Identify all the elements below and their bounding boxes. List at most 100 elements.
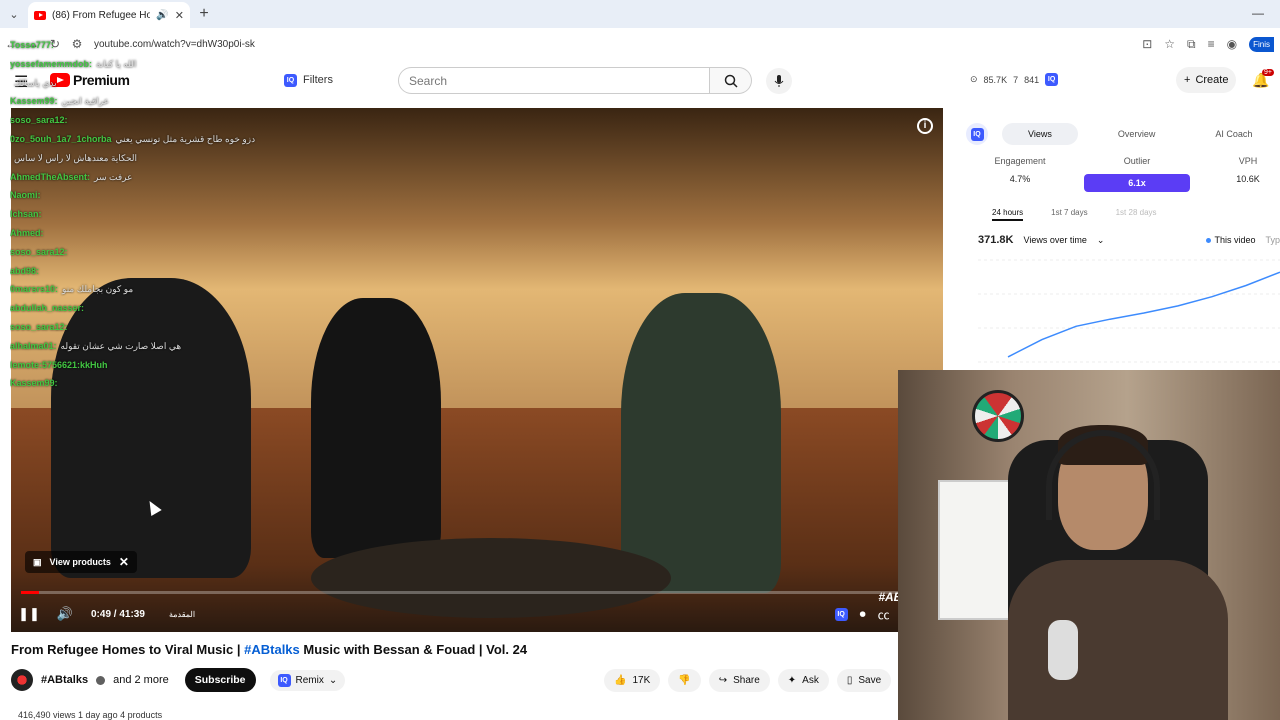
chevron-down-icon[interactable]: ⌄ [329, 675, 337, 686]
chat-username[interactable]: yossefamemmdob: [10, 59, 92, 69]
tab-views[interactable]: Views [1002, 123, 1078, 145]
video-info-icon[interactable]: i [917, 118, 933, 134]
chat-message: soso_sara12: [10, 318, 300, 337]
metric-outlier: Outlier 6.1x [1084, 156, 1190, 192]
minimize-icon[interactable]: — [1252, 6, 1264, 20]
tab-first-28-days[interactable]: 1st 28 days [1116, 208, 1157, 221]
chat-message: soso_sara12: [10, 111, 300, 130]
chat-username[interactable]: soso_sara12: [10, 247, 68, 257]
microphone-icon [774, 75, 784, 87]
chat-message: Naomi: [10, 186, 300, 205]
iq-remix-icon: IQ [277, 673, 291, 687]
browser-tab-bar: ⌄ (86) From Refugee Homes t 🔊 ✕ + — [0, 0, 1280, 28]
like-count: 17K [632, 674, 651, 686]
title-prefix: From Refugee Homes to Viral Music | [11, 642, 245, 657]
share-button[interactable]: ↪ Share [708, 668, 770, 692]
iq-player-icon[interactable]: IQ [834, 607, 848, 621]
channel-row: #ABtalks and 2 more Subscribe IQ Remix ⌄ [11, 666, 346, 694]
chat-username[interactable]: soso_sara12: [10, 115, 68, 125]
metrics-row: Engagement 4.7% Outlier 6.1x VPH 10.6K [980, 156, 1280, 192]
filters-label: Filters [303, 74, 333, 86]
browser-tab[interactable]: (86) From Refugee Homes t 🔊 ✕ [28, 2, 190, 28]
chat-username[interactable]: abdullah_nasser: [10, 303, 84, 313]
chapter-title[interactable]: المقدمة [169, 610, 195, 619]
chat-username[interactable]: 0zo_5ouh_1a7_1chorba [10, 134, 112, 144]
voice-search-button[interactable] [766, 68, 792, 94]
iq-panel-icon[interactable]: IQ [966, 123, 988, 145]
views-over-time-select[interactable]: Views over time [1023, 235, 1086, 245]
chat-username[interactable]: soso_sara12: [10, 322, 68, 332]
progress-bar[interactable] [21, 591, 933, 594]
chat-message: abdullah_nasser: [10, 299, 300, 318]
stat-views: 85.7K [983, 74, 1008, 85]
captions-icon[interactable]: ㏄ [878, 606, 890, 623]
time-display: 0:49 / 41:39 [91, 608, 145, 620]
chat-username[interactable]: Ahmed: [10, 228, 44, 238]
search-input[interactable]: Search [398, 67, 710, 94]
chat-username[interactable]: Kassem99: [10, 378, 58, 388]
sparkle-icon: ✦ [787, 674, 797, 686]
create-button[interactable]: + Create [1176, 67, 1237, 93]
chat-message: Kassem99: [10, 374, 300, 393]
chat-username[interactable]: alhalma01: [10, 341, 57, 351]
chat-text: الله يا كنانة [96, 58, 137, 69]
chat-message: lemote:5756621:kkHuh [10, 356, 300, 375]
speaker-icon[interactable]: 🔊 [156, 10, 168, 21]
tab-title: (86) From Refugee Homes t [52, 9, 151, 21]
iq-logo-icon: IQ [970, 127, 984, 141]
pause-icon[interactable]: ❚❚ [11, 606, 47, 622]
chat-username[interactable]: AhmedTheAbsent: [10, 172, 90, 182]
player-controls: ❚❚ 🔊 0:49 / 41:39 المقدمة IQ ⏺ ㏄ ⚙ ⧉ [11, 600, 943, 628]
chat-text: الحكاية معندهاش لا راس لا ساس [14, 152, 138, 163]
avatar[interactable] [11, 669, 33, 691]
tab-first-7-days[interactable]: 1st 7 days [1051, 208, 1087, 221]
video-person-middle [311, 298, 441, 558]
tab-list-chevron-icon[interactable]: ⌄ [0, 0, 28, 28]
view-products-chip[interactable]: ▣ View products ✕ [25, 551, 137, 573]
search-button[interactable] [710, 67, 752, 94]
channel-name[interactable]: #ABtalks [41, 674, 88, 686]
iq-extension-icon[interactable]: IQ [1045, 73, 1059, 86]
chat-username[interactable]: Kassem99: [10, 96, 58, 106]
chat-username[interactable]: Ichsan: [10, 209, 42, 219]
autoplay-toggle-icon[interactable]: ⏺ [860, 607, 866, 622]
video-actions: 👍 17K 👎 ↪ Share ✦ Ask ▯ Save [604, 666, 892, 694]
media-icon[interactable]: ≡ [1208, 37, 1215, 51]
chat-username[interactable]: lemote:5756621:kkHuh [10, 360, 108, 370]
chat-username[interactable]: 0marsrs10: [10, 284, 58, 294]
chat-text: بدي ياسالك [14, 77, 57, 88]
extensions-icon[interactable]: ⧉ [1187, 37, 1196, 52]
chevron-down-icon[interactable]: ⌄ [1097, 235, 1105, 246]
subscribe-button[interactable]: Subscribe [184, 668, 256, 692]
tab-ai-coach[interactable]: AI Coach [1215, 129, 1252, 139]
metric-vph: VPH 10.6K [1218, 156, 1278, 192]
chat-text: مو كون بجاملك منو [62, 284, 134, 295]
profile-icon[interactable]: ◉ [1227, 37, 1237, 51]
title-suffix: Music with Bessan & Fouad | Vol. 24 [299, 642, 528, 657]
tab-overview[interactable]: Overview [1118, 129, 1156, 139]
product-thumbnail-icon: ▣ [33, 556, 42, 567]
chat-username[interactable]: Tosso777: [10, 40, 54, 50]
remix-label: Remix [295, 674, 324, 686]
install-icon[interactable]: ⊡ [1142, 37, 1152, 51]
close-icon[interactable]: ✕ [119, 555, 129, 569]
legend-dot-icon [1206, 238, 1212, 243]
chat-username[interactable]: Naomi: [10, 190, 41, 200]
tab-24-hours[interactable]: 24 hours [992, 208, 1024, 221]
new-tab-button[interactable]: + [190, 5, 218, 23]
chat-username[interactable]: abd98: [10, 266, 39, 276]
like-button[interactable]: 👍 17K [604, 668, 661, 692]
title-hashtag-link[interactable]: #ABtalks [244, 642, 300, 657]
microphone [1048, 620, 1078, 680]
dislike-button[interactable]: 👎 [668, 668, 701, 692]
close-tab-icon[interactable]: ✕ [175, 9, 184, 22]
remix-button[interactable]: IQ Remix ⌄ [269, 669, 346, 691]
ask-button[interactable]: ✦ Ask [777, 668, 829, 692]
collaborators-label[interactable]: and 2 more [113, 674, 169, 686]
share-icon: ↪ [718, 674, 728, 686]
finish-update-button[interactable]: Finis [1249, 36, 1274, 52]
save-button[interactable]: ▯ Save [836, 668, 892, 692]
volume-icon[interactable]: 🔊 [47, 606, 83, 622]
metric-label: Outlier [1123, 156, 1151, 166]
bookmark-star-icon[interactable]: ☆ [1164, 37, 1175, 51]
